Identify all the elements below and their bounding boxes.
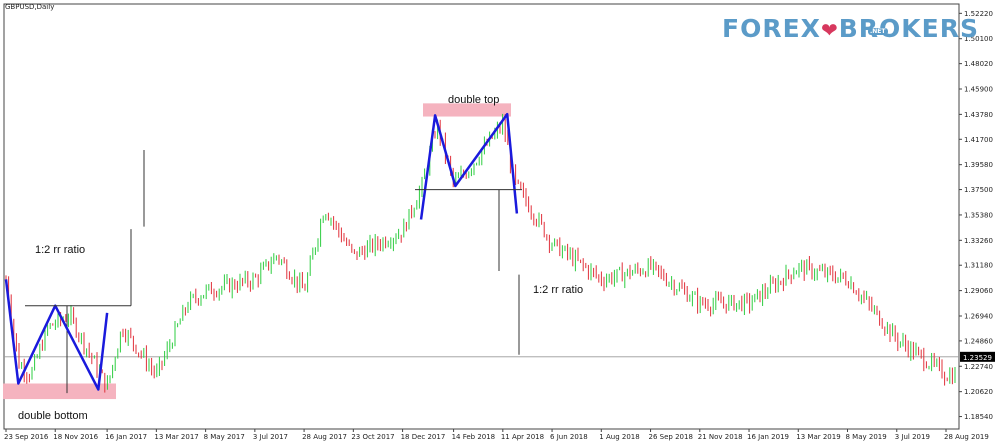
logo-text-brokers: BROKERS [838,14,979,43]
heart-icon: ❤ [820,18,839,42]
x-tick-label: 1 Aug 2018 [599,433,639,441]
double-top-label: double top [448,94,500,106]
x-tick-label: 14 Feb 2018 [452,433,496,441]
double-bottom-label: double bottom [18,410,88,422]
x-tick-label: 8 May 2019 [846,433,887,441]
x-tick-label: 28 Aug 2019 [944,433,989,441]
x-tick-label: 18 Dec 2017 [401,433,446,441]
y-tick-label: 1.24860 [964,337,993,345]
x-tick-label: 6 Jun 2018 [550,433,588,441]
symbol-label: GBPUSD,Daily [5,3,55,11]
x-tick-label: 13 Mar 2017 [154,433,198,441]
y-tick-label: 1.29060 [964,287,993,295]
x-tick-label: 16 Jan 2019 [747,433,789,441]
x-tick-label: 28 Aug 2017 [302,433,347,441]
x-tick-label: 18 Nov 2016 [53,433,98,441]
x-tick-label: 21 Nov 2018 [698,433,743,441]
y-tick-label: 1.22740 [964,363,993,371]
y-tick-label: 1.45900 [964,86,993,94]
y-tick-label: 1.35380 [964,211,993,219]
y-tick-label: 1.26940 [964,312,993,320]
y-tick-label: 1.43780 [964,111,993,119]
x-tick-label: 26 Sep 2018 [649,433,693,441]
x-tick-label: 13 Mar 2019 [796,433,840,441]
rr-ratio-right-label: 1:2 rr ratio [533,284,584,296]
x-tick-label: 16 Jan 2017 [105,433,147,441]
x-tick-label: 8 May 2017 [204,433,245,441]
y-tick-label: 1.33260 [964,237,993,245]
price-chart[interactable]: 1.522201.501001.480201.459001.437801.417… [0,0,995,443]
x-tick-label: 3 Jul 2019 [895,433,930,441]
x-tick-label: 23 Sep 2016 [4,433,49,441]
y-tick-label: 1.37500 [964,186,993,194]
forex-brokers-logo: FOREX❤BROKERS .NET [722,14,979,43]
current-price-label: 1.23529 [963,354,992,362]
y-tick-label: 1.48020 [964,60,993,68]
y-tick-label: 1.31180 [964,262,993,270]
x-tick-label: 3 Jul 2017 [253,433,288,441]
logo-badge: .NET [868,28,888,35]
x-tick-label: 11 Apr 2018 [501,433,544,441]
chart-frame: 1.52220 1.50100 1.48020 1.45900 1.43780 1.417… [0,0,995,443]
y-tick-label: 1.20620 [964,388,993,396]
x-tick-label: 23 Oct 2017 [351,433,394,441]
y-tick-label: 1.41700 [964,136,993,144]
y-tick-label: 1.18540 [964,413,993,421]
logo-text-forex: FOREX [722,14,821,43]
y-tick-label: 1.39580 [964,161,993,169]
rr-ratio-left-label: 1:2 rr ratio [35,244,86,256]
